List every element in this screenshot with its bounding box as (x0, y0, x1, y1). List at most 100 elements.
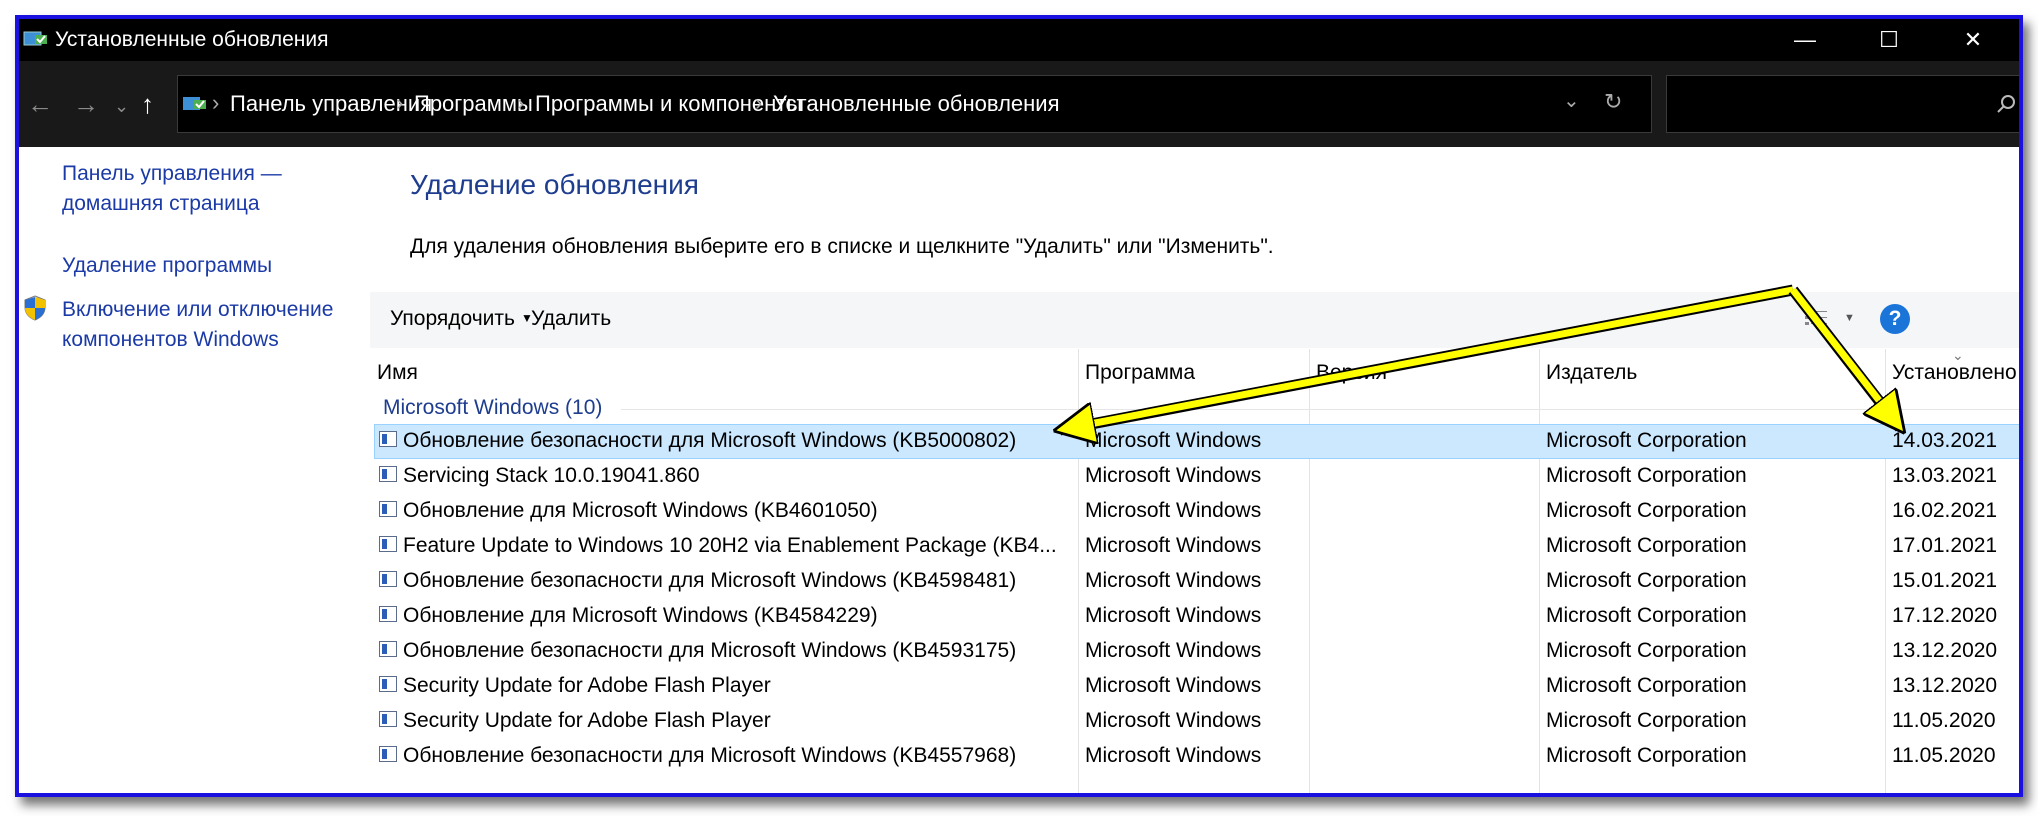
cell-name: Security Update for Adobe Flash Player (403, 674, 771, 697)
cell-installed: 11.05.2020 (1892, 709, 1996, 732)
cell-installed: 16.02.2021 (1892, 499, 1998, 522)
column-header-installed[interactable]: Установлено (1892, 361, 2019, 385)
table-row[interactable]: Обновление безопасности для Microsoft Wi… (375, 565, 2019, 598)
breadcrumb-programs[interactable]: Программы (414, 91, 533, 117)
view-details-icon[interactable] (1804, 308, 1828, 330)
cell-installed: 17.01.2021 (1892, 534, 1998, 557)
cell-publisher: Microsoft Corporation (1546, 639, 1747, 662)
cell-program: Microsoft Windows (1085, 639, 1262, 662)
minimize-button[interactable]: — (1763, 19, 1847, 61)
breadcrumb-installed-updates[interactable]: Установленные обновления (773, 91, 1060, 117)
cell-program: Microsoft Windows (1085, 499, 1262, 522)
address-dropdown-chevron-icon[interactable]: ⌄ (1563, 88, 1580, 113)
cell-publisher: Microsoft Corporation (1546, 569, 1747, 592)
maximize-icon: ☐ (1879, 27, 1899, 52)
title-bar: Установленные обновления — ☐ ✕ (19, 19, 2019, 61)
breadcrumb-separator-icon: › (755, 90, 763, 115)
window-frame: Установленные обновления — ☐ ✕ ← → ⌄ ↑ ›… (15, 15, 2023, 797)
breadcrumb-separator-icon: › (212, 90, 220, 115)
control-panel-icon (183, 97, 206, 110)
cell-program: Microsoft Windows (1085, 534, 1262, 557)
uninstall-program-link[interactable]: Удаление программы (62, 251, 272, 281)
table-row[interactable]: Feature Update to Windows 10 20H2 via En… (375, 530, 2019, 563)
cell-publisher: Microsoft Corporation (1546, 534, 1747, 557)
cell-program: Microsoft Windows (1085, 744, 1262, 767)
recent-locations-chevron-icon[interactable]: ⌄ (114, 91, 129, 121)
breadcrumb-separator-icon: › (396, 90, 404, 115)
cell-publisher: Microsoft Corporation (1546, 604, 1747, 627)
table-row[interactable]: Обновление безопасности для Microsoft Wi… (375, 740, 2019, 773)
close-button[interactable]: ✕ (1931, 19, 2015, 61)
cell-name: Feature Update to Windows 10 20H2 via En… (403, 534, 1057, 557)
column-header-program[interactable]: Программа (1085, 361, 1195, 385)
table-row[interactable]: Обновление для Microsoft Windows (KB4601… (375, 495, 2019, 528)
view-options-chevron-icon[interactable]: ▼ (1844, 312, 1855, 324)
page-title: Удаление обновления (410, 169, 699, 200)
cell-name: Обновление безопасности для Microsoft Wi… (403, 639, 1017, 662)
update-icon (379, 676, 397, 692)
search-icon (1997, 95, 2015, 113)
cell-name: Security Update for Adobe Flash Player (403, 709, 771, 732)
update-icon (379, 641, 397, 657)
back-arrow-icon[interactable]: ← (27, 89, 53, 119)
cell-program: Microsoft Windows (1085, 604, 1262, 627)
cell-program: Microsoft Windows (1085, 569, 1262, 592)
refresh-icon[interactable]: ↻ (1604, 89, 1622, 115)
update-icon (379, 536, 397, 552)
minimize-icon: — (1794, 27, 1816, 52)
address-bar[interactable]: › Панель управления › Программы › Програ… (177, 75, 1652, 133)
cell-installed: 13.12.2020 (1892, 674, 1998, 697)
group-header[interactable]: Microsoft Windows (10) (383, 396, 602, 420)
link-line-2: домашняя страница (62, 192, 260, 215)
cell-program: Microsoft Windows (1085, 674, 1262, 697)
column-header-publisher[interactable]: Издатель (1546, 361, 1637, 385)
search-input[interactable] (1666, 75, 2019, 133)
forward-arrow-icon[interactable]: → (73, 89, 99, 119)
cell-name: Обновление безопасности для Microsoft Wi… (403, 569, 1017, 592)
cell-publisher: Microsoft Corporation (1546, 429, 1747, 452)
table-row[interactable]: Обновление безопасности для Microsoft Wi… (375, 635, 2019, 668)
navigation-bar: ← → ⌄ ↑ › Панель управления › Программы … (19, 61, 2019, 147)
table-row[interactable]: Security Update for Adobe Flash Player Mi… (375, 705, 2019, 738)
sort-descending-icon: ⌄ (1952, 347, 1964, 363)
cell-publisher: Microsoft Corporation (1546, 709, 1747, 732)
update-icon (379, 431, 397, 447)
close-icon: ✕ (1963, 27, 1983, 52)
cell-publisher: Microsoft Corporation (1546, 744, 1747, 767)
update-icon (379, 571, 397, 587)
cell-name: Обновление безопасности для Microsoft Wi… (403, 744, 1017, 767)
cell-installed: 14.03.2021 (1892, 429, 1998, 452)
cell-installed: 13.03.2021 (1892, 464, 1998, 487)
shield-icon (24, 295, 46, 321)
cell-publisher: Microsoft Corporation (1546, 674, 1747, 697)
update-icon (379, 746, 397, 762)
cell-installed: 13.12.2020 (1892, 639, 1998, 662)
cell-name: Обновление безопасности для Microsoft Wi… (403, 429, 1017, 452)
table-row[interactable]: Servicing Stack 10.0.19041.860 Microsoft … (375, 460, 2019, 493)
organize-menu-button[interactable]: Упорядочить ▼ (390, 307, 533, 331)
maximize-button[interactable]: ☐ (1847, 19, 1931, 61)
update-icon (379, 466, 397, 482)
cell-installed: 15.01.2021 (1892, 569, 1998, 592)
organize-label: Упорядочить (390, 307, 515, 330)
control-panel-icon (23, 31, 47, 46)
delete-button[interactable]: Удалить (531, 307, 611, 331)
update-icon (379, 711, 397, 727)
table-row[interactable]: Обновление безопасности для Microsoft Wi… (374, 424, 2019, 459)
table-row[interactable]: Security Update for Adobe Flash Player Mi… (375, 670, 2019, 703)
up-arrow-icon[interactable]: ↑ (141, 89, 154, 119)
cell-name: Servicing Stack 10.0.19041.860 (403, 464, 700, 487)
column-header-version[interactable]: Версия (1316, 361, 1387, 385)
cell-installed: 11.05.2020 (1892, 744, 1996, 767)
windows-features-link[interactable]: Включение или отключение компонентов Win… (62, 295, 333, 355)
control-panel-home-link[interactable]: Панель управления — домашняя страница (62, 159, 282, 219)
help-icon[interactable]: ? (1880, 304, 1910, 334)
cell-publisher: Microsoft Corporation (1546, 499, 1747, 522)
table-row[interactable]: Обновление для Microsoft Windows (KB4584… (375, 600, 2019, 633)
breadcrumb-separator-icon: › (517, 90, 525, 115)
command-toolbar: Упорядочить ▼ Удалить ▼ ? (370, 292, 2019, 348)
column-header-name[interactable]: Имя (377, 361, 418, 385)
cell-publisher: Microsoft Corporation (1546, 464, 1747, 487)
group-divider (621, 409, 2019, 410)
cell-program: Microsoft Windows (1085, 709, 1262, 732)
